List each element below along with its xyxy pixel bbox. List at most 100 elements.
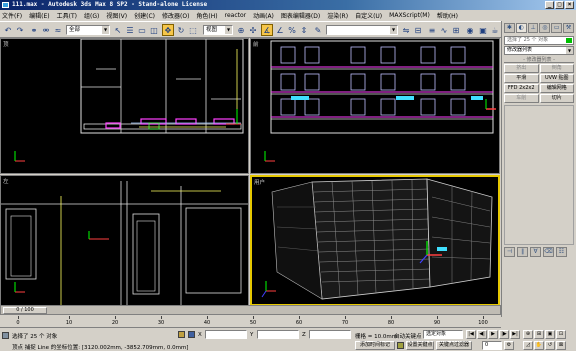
extrude-button[interactable]: 挤出 <box>504 64 539 73</box>
set-key-button[interactable]: 设置关键点 <box>406 341 434 350</box>
object-color-swatch[interactable] <box>566 38 572 43</box>
edit-named-selection-icon[interactable]: ✎ <box>312 24 324 36</box>
pan-icon[interactable]: ✋ <box>534 341 544 350</box>
time-slider-thumb[interactable]: 0 / 100 <box>3 307 47 314</box>
select-manipulate-icon[interactable]: ✣ <box>247 24 259 36</box>
time-configuration-icon[interactable]: ⚙ <box>504 341 514 350</box>
menu-create[interactable]: 创建(C) <box>134 11 155 20</box>
viewport-user-label[interactable]: 用户 <box>254 178 265 186</box>
menu-help[interactable]: 帮助(H) <box>437 11 458 20</box>
percent-snap-icon[interactable]: % <box>286 24 298 36</box>
menu-group[interactable]: 组(G) <box>84 11 99 20</box>
field-of-view-icon[interactable]: ◿ <box>523 341 533 350</box>
menu-reactor[interactable]: reactor <box>225 12 247 19</box>
viewport-front[interactable]: 前 <box>250 38 500 174</box>
minimize-button[interactable]: _ <box>545 1 554 9</box>
select-by-name-icon[interactable]: ☰ <box>124 24 136 36</box>
x-coordinate-field[interactable] <box>205 330 247 339</box>
close-button[interactable]: × <box>565 1 574 9</box>
smooth-button[interactable]: 平滑 <box>504 74 539 83</box>
pivot-center-icon[interactable]: ⊕ <box>235 24 247 36</box>
menu-tools[interactable]: 工具(T) <box>57 11 77 20</box>
menu-graph-editors[interactable]: 图表编辑器(D) <box>281 11 320 20</box>
utilities-tab-icon[interactable]: ⚒ <box>563 23 574 33</box>
hierarchy-tab-icon[interactable]: ⊥ <box>527 23 539 33</box>
time-slider[interactable]: 0 / 100 <box>0 305 501 315</box>
display-tab-icon[interactable]: ▭ <box>551 23 563 33</box>
layer-manager-icon[interactable]: ≡ <box>426 24 438 36</box>
lock-selection-icon[interactable] <box>178 331 185 338</box>
uvw-map-button[interactable]: UVW 贴图 <box>539 74 574 83</box>
menu-customize[interactable]: 自定义(U) <box>355 11 382 20</box>
next-frame-icon[interactable]: |▶ <box>499 330 509 339</box>
menu-file[interactable]: 文件(F) <box>2 11 22 20</box>
selected-object-dropdown[interactable]: 选定对象 <box>423 330 463 339</box>
zoom-icon[interactable]: ⊕ <box>523 330 533 339</box>
window-crossing-icon[interactable]: ◫ <box>148 24 160 36</box>
absolute-mode-icon[interactable] <box>188 331 195 338</box>
key-mode-icon[interactable] <box>397 342 404 349</box>
menu-animation[interactable]: 动画(A) <box>253 11 274 20</box>
snaps-toggle-icon[interactable]: ∡ <box>261 24 273 36</box>
unlink-icon[interactable]: ⚮ <box>40 24 52 36</box>
create-tab-icon[interactable]: ✱ <box>504 23 515 33</box>
viewport-left[interactable]: 左 <box>0 175 249 306</box>
pin-stack-icon[interactable]: ⊣ <box>504 247 515 257</box>
selection-filter-dropdown[interactable]: 全部 ▼ <box>66 25 110 35</box>
key-filters-button[interactable]: 关键点过滤器 <box>436 341 472 350</box>
redo-icon[interactable]: ↷ <box>14 24 26 36</box>
select-and-move-icon[interactable]: ✥ <box>162 24 174 36</box>
zoom-extents-all-icon[interactable]: ⊡ <box>556 330 566 339</box>
menu-character[interactable]: 角色(H) <box>196 11 217 20</box>
viewport-top-label[interactable]: 顶 <box>3 40 9 48</box>
menu-edit[interactable]: 编辑(E) <box>29 11 49 20</box>
configure-sets-icon[interactable]: ☷ <box>556 247 567 257</box>
schematic-view-icon[interactable]: ⊞ <box>450 24 462 36</box>
bind-space-warp-icon[interactable]: ≈ <box>52 24 64 36</box>
viewport-front-label[interactable]: 前 <box>253 40 259 48</box>
menu-maxscript[interactable]: MAXScript(M) <box>389 12 430 19</box>
edit-mesh-button[interactable]: 编辑网格 <box>539 84 574 93</box>
slice-button[interactable]: 切片 <box>539 94 574 103</box>
modifier-list-dropdown[interactable]: 修改器列表 ▼ <box>504 46 574 55</box>
named-selection-set-dropdown[interactable]: ▼ <box>326 25 398 35</box>
y-coordinate-field[interactable] <box>257 330 299 339</box>
angle-snap-icon[interactable]: ∠ <box>274 24 286 36</box>
curve-editor-icon[interactable]: ∿ <box>438 24 450 36</box>
modifier-stack[interactable] <box>504 105 574 245</box>
remove-modifier-icon[interactable]: ⌫ <box>543 247 554 257</box>
zoom-extents-icon[interactable]: ▣ <box>545 330 555 339</box>
menu-views[interactable]: 视图(V) <box>106 11 127 20</box>
menu-modifiers[interactable]: 修改器(O) <box>162 11 189 20</box>
viewport-left-label[interactable]: 左 <box>3 177 9 185</box>
timeline-ruler[interactable]: 0 10 20 30 40 50 60 70 80 90 100 <box>0 316 501 328</box>
goto-start-icon[interactable]: |◀ <box>466 330 476 339</box>
maxscript-listener-icon[interactable] <box>2 332 9 339</box>
auto-key-label[interactable]: 自动关键点 <box>394 332 422 340</box>
select-object-icon[interactable]: ↖ <box>112 24 124 36</box>
play-icon[interactable]: ▶ <box>488 330 498 339</box>
motion-tab-icon[interactable]: ◎ <box>539 23 551 33</box>
modify-tab-icon[interactable]: ◐ <box>515 23 527 33</box>
add-time-tag-button[interactable]: 添加时间标记 <box>355 341 395 350</box>
material-editor-icon[interactable]: ◉ <box>464 24 476 36</box>
maximize-viewport-icon[interactable]: ⊠ <box>556 341 566 350</box>
mirror-icon[interactable]: ⇋ <box>400 24 412 36</box>
select-and-scale-icon[interactable]: ⬚ <box>187 24 199 36</box>
arc-rotate-icon[interactable]: ↺ <box>545 341 555 350</box>
rectangular-selection-icon[interactable]: ▭ <box>136 24 148 36</box>
viewport-user[interactable]: 用户 <box>250 175 500 306</box>
select-and-rotate-icon[interactable]: ↻ <box>175 24 187 36</box>
current-frame-field[interactable]: 0 <box>482 341 502 350</box>
bevel-button[interactable]: 倒角 <box>539 64 574 73</box>
object-name-field[interactable]: 选择了 25 个 对象 <box>504 36 574 45</box>
ffd-button[interactable]: FFD 2x2x2 <box>504 84 539 93</box>
quick-render-icon[interactable]: ☕ <box>489 24 501 36</box>
align-icon[interactable]: ⊟ <box>412 24 424 36</box>
viewport-top[interactable]: 顶 <box>0 38 249 174</box>
link-icon[interactable]: ⚭ <box>28 24 40 36</box>
render-scene-icon[interactable]: ▣ <box>477 24 489 36</box>
reference-coordinate-dropdown[interactable]: 视图 ▼ <box>203 25 233 35</box>
undo-icon[interactable]: ↶ <box>2 24 14 36</box>
spinner-snap-icon[interactable]: ⇕ <box>298 24 310 36</box>
